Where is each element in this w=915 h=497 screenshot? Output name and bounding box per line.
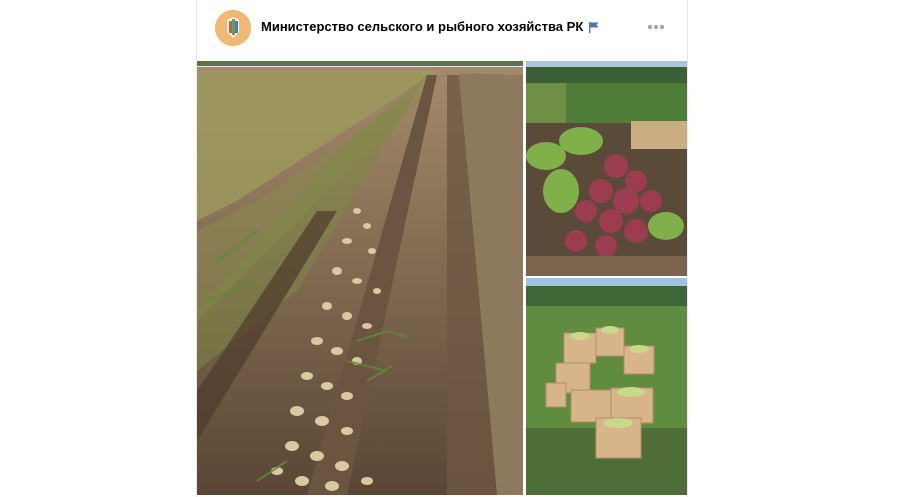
- more-dots-icon: [648, 25, 652, 29]
- photo-potato-field[interactable]: [197, 61, 523, 495]
- post-header: Министерство сельского и рыбного хозяйст…: [197, 0, 687, 58]
- more-dots-icon: [660, 25, 664, 29]
- photo-zucchini-boxes[interactable]: [526, 278, 687, 495]
- author-name[interactable]: Министерство сельского и рыбного хозяйст…: [261, 19, 583, 34]
- photo-beetroot-harvest[interactable]: [526, 61, 687, 276]
- flag-icon: [589, 21, 599, 33]
- more-options-button[interactable]: [645, 16, 667, 38]
- ministry-logo-icon: [215, 10, 251, 46]
- avatar[interactable]: [215, 10, 251, 46]
- author-row: Министерство сельского и рыбного хозяйст…: [261, 19, 599, 34]
- more-dots-icon: [654, 25, 658, 29]
- page: Министерство сельского и рыбного хозяйст…: [0, 0, 915, 497]
